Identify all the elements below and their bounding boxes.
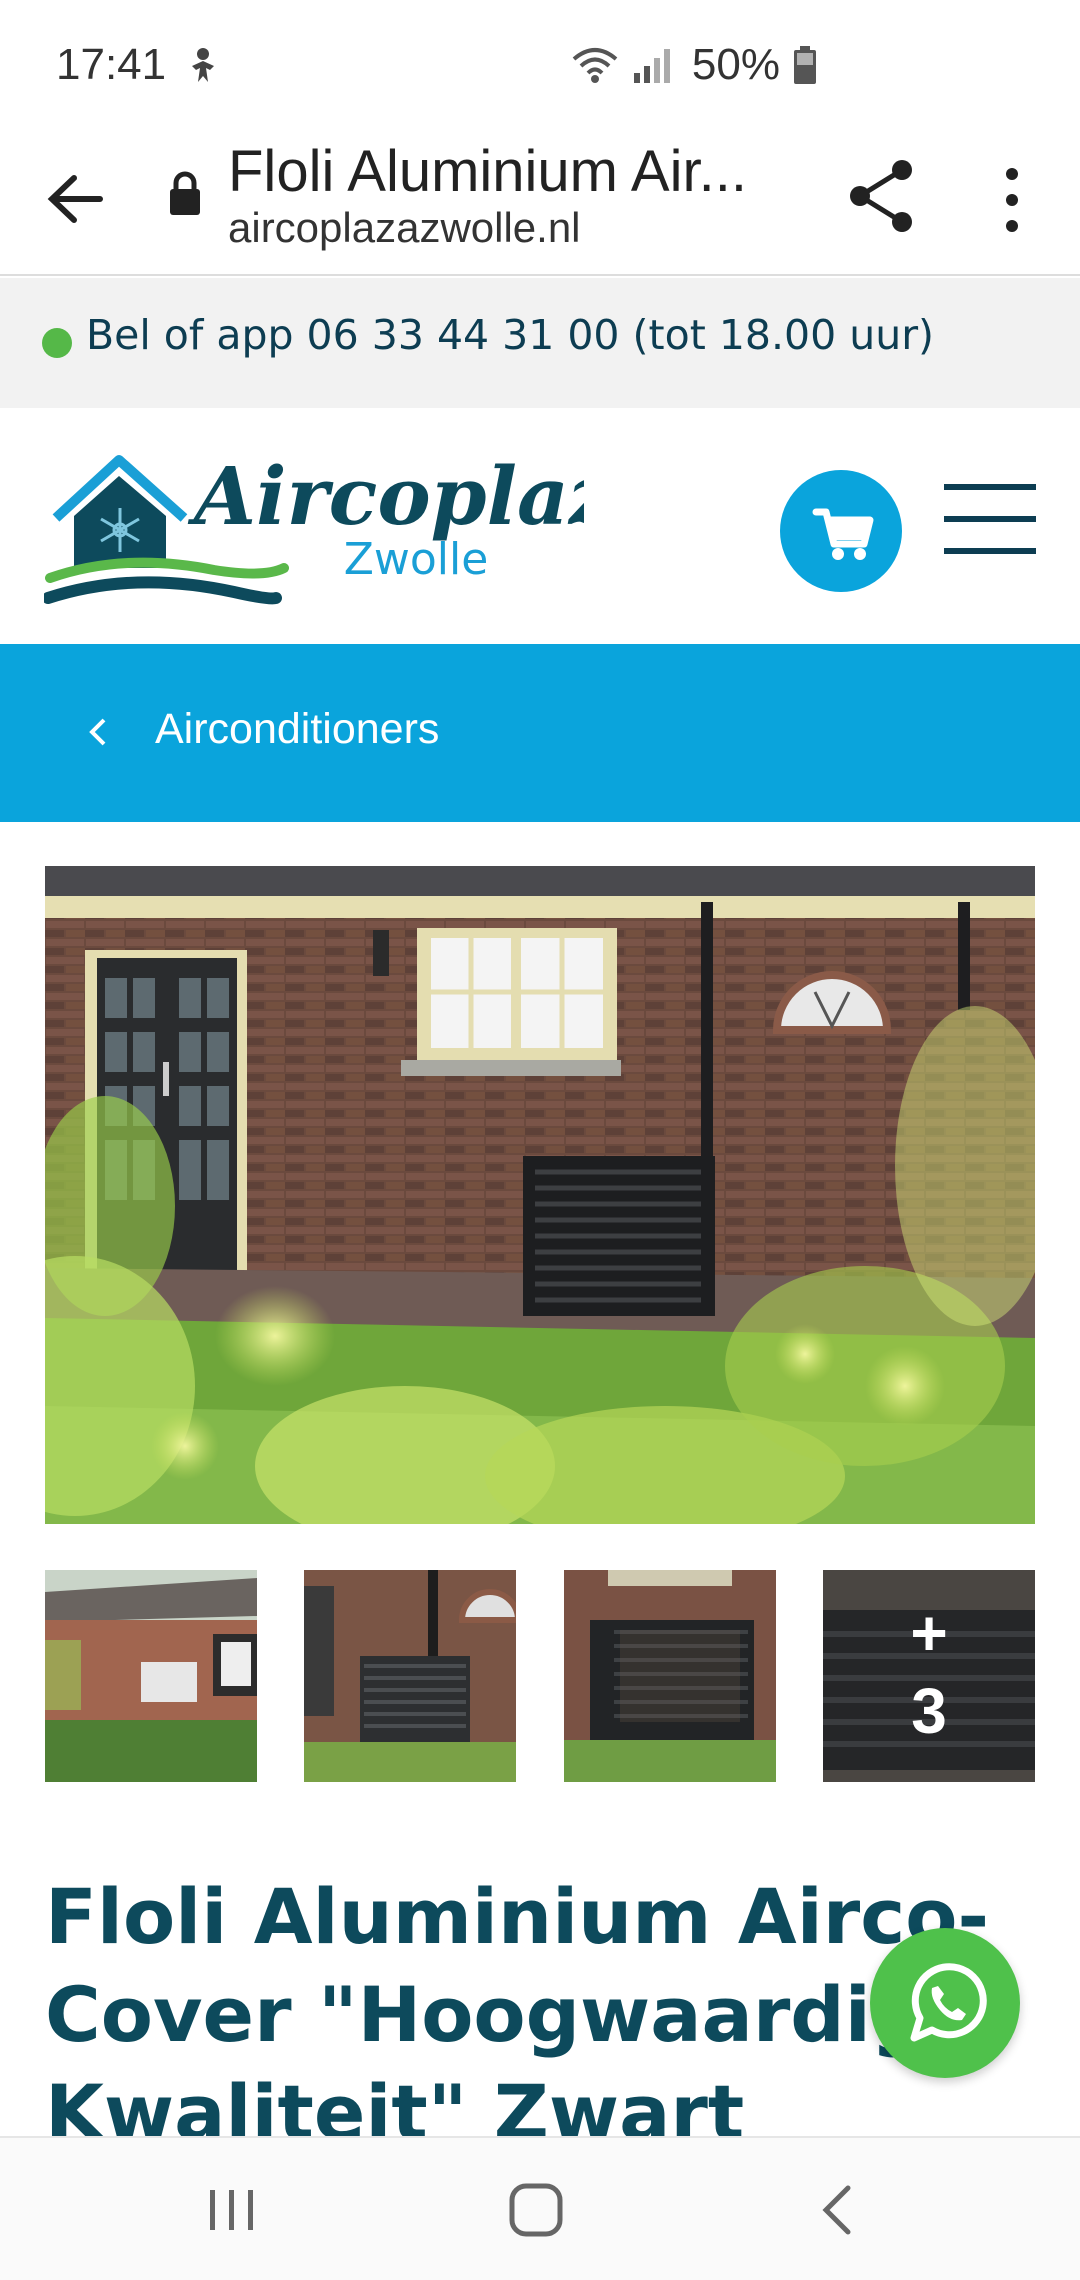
browser-toolbar: Floli Aluminium Air... aircoplazazwolle.… bbox=[0, 128, 1080, 276]
page-url[interactable]: aircoplazazwolle.nl bbox=[228, 204, 581, 252]
online-status-dot bbox=[42, 328, 72, 358]
thumbnail-more[interactable]: + 3 bbox=[823, 1570, 1035, 1782]
signal-icon bbox=[633, 49, 670, 83]
accessibility-person-icon bbox=[192, 48, 214, 82]
more-images-count: + 3 bbox=[823, 1570, 1035, 1782]
lock-icon[interactable] bbox=[168, 170, 202, 216]
status-indicators: 50% bbox=[570, 40, 818, 90]
status-time: 17:41 bbox=[56, 40, 167, 89]
site-logo[interactable]: Aircoplaza Zwolle bbox=[44, 440, 584, 615]
thumbnail-2[interactable] bbox=[304, 1570, 516, 1782]
product-main-image[interactable] bbox=[45, 866, 1035, 1524]
whatsapp-icon bbox=[910, 1963, 987, 2042]
shopping-cart-icon bbox=[812, 508, 874, 560]
product-thumbnails: + 3 bbox=[45, 1570, 1035, 1782]
home-icon[interactable] bbox=[508, 2182, 564, 2238]
chevron-left-icon bbox=[89, 718, 106, 746]
logo-city: Zwolle bbox=[344, 534, 489, 585]
page-title[interactable]: Floli Aluminium Air... bbox=[228, 138, 798, 205]
more-images-plus: + bbox=[910, 1597, 948, 1669]
thumbnail-1[interactable] bbox=[45, 1570, 257, 1782]
system-navigation-bar bbox=[0, 2136, 1080, 2280]
share-icon[interactable] bbox=[846, 158, 918, 234]
back-arrow-icon[interactable] bbox=[40, 164, 110, 234]
recent-apps-icon[interactable] bbox=[208, 2188, 256, 2232]
site-header: Aircoplaza Zwolle bbox=[0, 408, 1080, 644]
battery-icon bbox=[794, 46, 816, 84]
contact-phone-link[interactable]: Bel of app 06 33 44 31 00 (tot 18.00 uur… bbox=[86, 311, 934, 359]
whatsapp-button[interactable] bbox=[870, 1928, 1020, 2078]
hamburger-menu-icon[interactable] bbox=[944, 484, 1036, 554]
logo-name: Aircoplaza bbox=[187, 449, 584, 543]
breadcrumb[interactable]: Airconditioners bbox=[0, 644, 1080, 822]
contact-bar: Bel of app 06 33 44 31 00 (tot 18.00 uur… bbox=[0, 278, 1080, 408]
status-bar: 17:41 50% bbox=[0, 0, 1080, 128]
breadcrumb-link-airconditioners[interactable]: Airconditioners bbox=[155, 705, 439, 754]
battery-percent: 50% bbox=[691, 40, 780, 89]
more-images-number: 3 bbox=[911, 1675, 947, 1747]
cart-button[interactable] bbox=[780, 470, 902, 592]
thumbnail-3[interactable] bbox=[564, 1570, 776, 1782]
system-back-icon[interactable] bbox=[818, 2184, 854, 2236]
wifi-icon bbox=[572, 48, 618, 83]
more-options-icon[interactable] bbox=[990, 162, 1034, 238]
